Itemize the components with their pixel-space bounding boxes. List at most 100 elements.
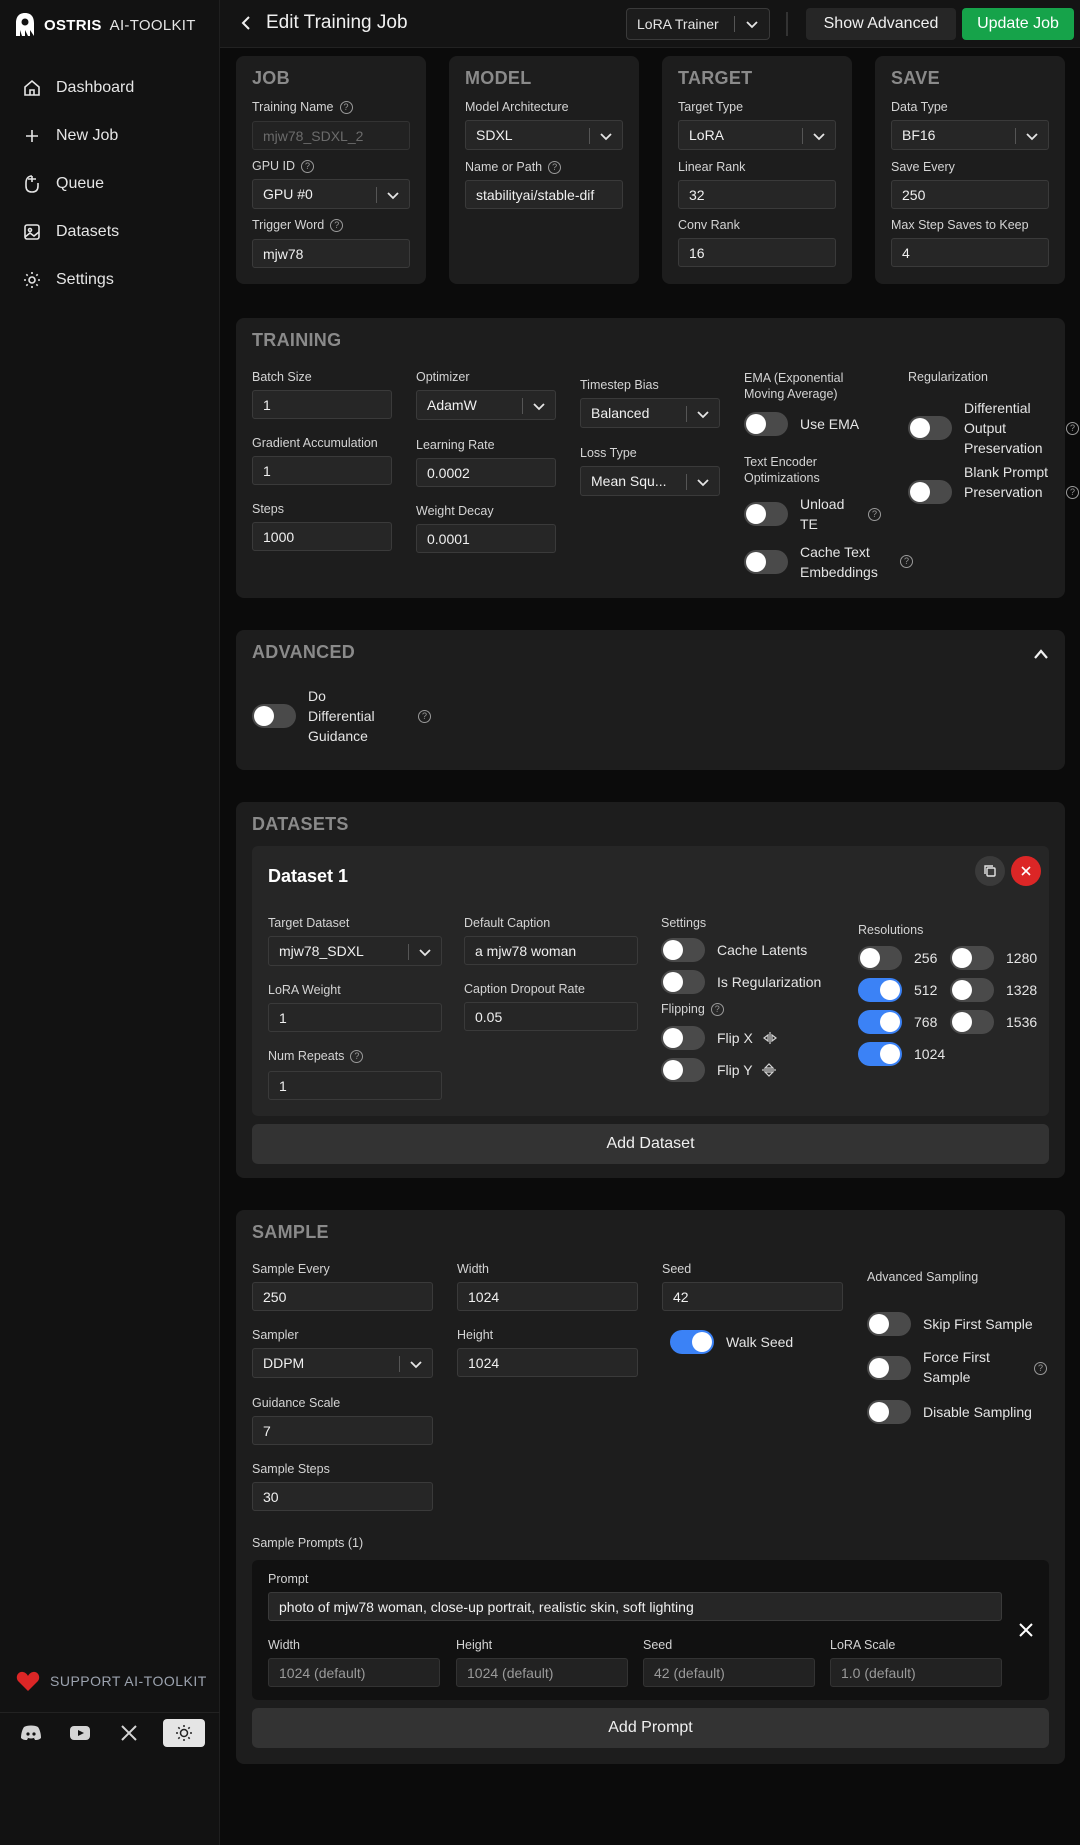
timestep-bias-select[interactable]: Balanced [580,398,720,428]
add-dataset-button[interactable]: Add Dataset [252,1124,1049,1164]
conv-rank-input[interactable]: 16 [678,238,836,267]
resolution-512-toggle[interactable] [858,978,902,1002]
caption-dropout-input[interactable]: 0.05 [464,1002,638,1031]
prompt-lora-scale-input[interactable]: 1.0 (default) [830,1658,1002,1687]
target-type-select[interactable]: LoRA [678,120,836,150]
target-dataset-label: Target Dataset [268,916,350,930]
help-icon[interactable]: ? [1034,1362,1047,1375]
resolution-256-toggle[interactable] [858,946,902,970]
back-chevron-icon[interactable] [240,15,252,31]
resolution-1536-toggle[interactable] [950,1010,994,1034]
help-icon[interactable]: ? [868,508,881,521]
sampler-select[interactable]: DDPM [252,1348,433,1378]
sidebar-item-new-job[interactable]: New Job [22,120,118,152]
gradient-accumulation-label: Gradient Accumulation [252,436,378,450]
prompt-width-input[interactable]: 1024 (default) [268,1658,440,1687]
prompt-height-input[interactable]: 1024 (default) [456,1658,628,1687]
differential-output-toggle[interactable] [908,416,952,440]
resolution-768-toggle[interactable] [858,1010,902,1034]
sidebar-item-datasets[interactable]: Datasets [22,216,119,248]
advanced-sampling-label: Advanced Sampling [867,1270,979,1284]
youtube-link[interactable] [65,1719,95,1747]
cache-latents-toggle[interactable] [661,938,705,962]
gpu-select[interactable]: GPU #0 [252,179,410,209]
save-every-input[interactable]: 250 [891,180,1049,209]
flip-x-toggle[interactable] [661,1026,705,1050]
seed-input[interactable]: 42 [662,1282,843,1311]
target-dataset-select[interactable]: mjw78_SDXL [268,936,442,966]
resolution-1328-toggle[interactable] [950,978,994,1002]
chevron-up-icon[interactable] [1033,648,1049,660]
height-input[interactable]: 1024 [457,1348,638,1377]
brand-suffix: AI-TOOLKIT [109,16,196,34]
unload-te-label: Unload TE [800,496,845,532]
add-prompt-button[interactable]: Add Prompt [252,1708,1049,1748]
sidebar-item-dashboard[interactable]: Dashboard [22,72,134,104]
help-icon[interactable]: ? [900,555,913,568]
is-regularization-toggle[interactable] [661,970,705,994]
model-architecture-select[interactable]: SDXL [465,120,623,150]
optimizer-select[interactable]: AdamW [416,390,556,420]
help-icon[interactable]: ? [1066,486,1079,499]
trigger-word-label: Trigger Word? [252,218,344,232]
training-name-input[interactable]: mjw78_SDXL_2 [252,121,410,150]
gradient-accumulation-input[interactable]: 1 [252,456,392,485]
batch-size-input[interactable]: 1 [252,390,392,419]
trigger-word-input[interactable]: mjw78 [252,239,410,268]
cache-text-embeddings-toggle[interactable] [744,550,788,574]
datasets-card: DATASETS Dataset 1 Target Dataset mjw78_… [236,802,1065,1178]
default-caption-input[interactable]: a mjw78 woman [464,936,638,965]
sample-every-input[interactable]: 250 [252,1282,433,1311]
sidebar-item-queue[interactable]: Queue [22,168,104,200]
data-type-select[interactable]: BF16 [891,120,1049,150]
disable-sampling-toggle[interactable] [867,1400,911,1424]
sidebar-item-settings[interactable]: Settings [22,264,114,296]
differential-guidance-toggle[interactable] [252,704,296,728]
lora-weight-input[interactable]: 1 [268,1003,442,1032]
learning-rate-input[interactable]: 0.0002 [416,458,556,487]
flip-y-toggle[interactable] [661,1058,705,1082]
brand[interactable]: OSTRIS AI-TOOLKIT [14,10,196,40]
flip-x-label: Flip X [717,1030,753,1046]
blank-prompt-label: Blank Prompt Preservation [964,464,1049,500]
conv-rank-label: Conv Rank [678,218,740,232]
discord-link[interactable] [16,1719,46,1747]
walk-seed-toggle[interactable] [670,1330,714,1354]
show-advanced-button[interactable]: Show Advanced [806,8,956,40]
support-link[interactable]: SUPPORT AI-TOOLKIT [16,1670,207,1692]
seed-label: Seed [662,1262,692,1276]
x-link[interactable] [114,1719,144,1747]
skip-first-sample-toggle[interactable] [867,1312,911,1336]
sample-steps-input[interactable]: 30 [252,1482,433,1511]
linear-rank-input[interactable]: 32 [678,180,836,209]
use-ema-toggle[interactable] [744,412,788,436]
resolution-1024-toggle[interactable] [858,1042,902,1066]
model-card: MODEL Model Architecture SDXL Name or Pa… [449,56,639,284]
guidance-scale-input[interactable]: 7 [252,1416,433,1445]
weight-decay-input[interactable]: 0.0001 [416,524,556,553]
social-links [0,1712,220,1752]
width-input[interactable]: 1024 [457,1282,638,1311]
update-job-button[interactable]: Update Job [962,8,1074,40]
help-icon[interactable]: ? [418,710,431,723]
timestep-bias-value: Balanced [591,405,650,421]
unload-te-toggle[interactable] [744,502,788,526]
job-type-select[interactable]: LoRA Trainer [626,8,770,40]
prompt-input[interactable]: photo of mjw78 woman, close-up portrait,… [268,1592,1002,1621]
close-icon[interactable] [1018,1622,1034,1638]
prompt-seed-label: Seed [643,1638,673,1652]
resolution-1280-toggle[interactable] [950,946,994,970]
prompt-seed-input[interactable]: 42 (default) [643,1658,815,1687]
delete-dataset-button[interactable] [1011,856,1041,886]
name-or-path-input[interactable]: stabilityai/stable-dif [465,180,623,209]
copy-dataset-button[interactable] [975,856,1005,886]
blank-prompt-toggle[interactable] [908,480,952,504]
force-first-sample-toggle[interactable] [867,1356,911,1380]
num-repeats-input[interactable]: 1 [268,1071,442,1100]
steps-input[interactable]: 1000 [252,522,392,551]
max-saves-input[interactable]: 4 [891,238,1049,267]
loss-type-select[interactable]: Mean Squ... [580,466,720,496]
model-title: MODEL [465,68,532,88]
theme-toggle[interactable] [162,1718,205,1747]
help-icon[interactable]: ? [1066,422,1079,435]
